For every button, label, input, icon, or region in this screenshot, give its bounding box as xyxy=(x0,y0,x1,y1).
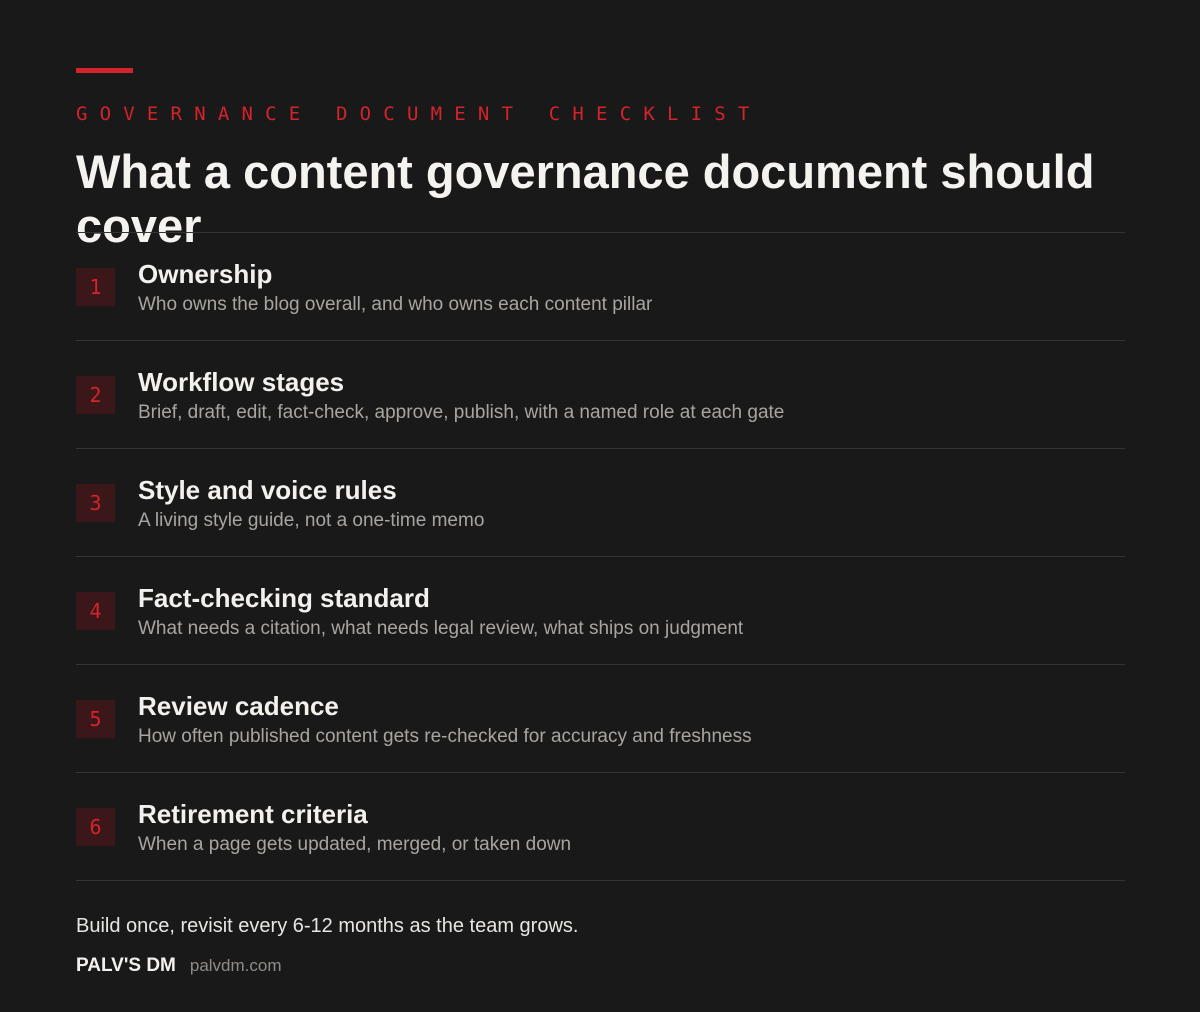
brand-url: palvdm.com xyxy=(189,956,282,975)
accent-bar xyxy=(76,68,133,73)
item-number-badge: 4 xyxy=(76,592,115,630)
item-title: Review cadence xyxy=(138,691,339,721)
item-description: What needs a citation, what needs legal … xyxy=(138,618,744,639)
item-description: When a page gets updated, merged, or tak… xyxy=(138,834,572,855)
item-description: Who owns the blog overall, and who owns … xyxy=(138,294,653,315)
checklist-item-workflow-stages: 2 Workflow stages Brief, draft, edit, fa… xyxy=(76,341,1125,449)
item-description: How often published content gets re-chec… xyxy=(138,726,752,747)
brand-name: PALV'S DM xyxy=(76,955,176,976)
item-description: A living style guide, not a one-time mem… xyxy=(138,510,485,531)
checklist-item-ownership: 1 Ownership Who owns the blog overall, a… xyxy=(76,233,1125,341)
checklist-item-fact-checking: 4 Fact-checking standard What needs a ci… xyxy=(76,557,1125,665)
checklist-item-style-and-voice: 3 Style and voice rules A living style g… xyxy=(76,449,1125,557)
item-number-badge: 1 xyxy=(76,268,115,306)
item-number-badge: 5 xyxy=(76,700,115,738)
checklist-item-retirement-criteria: 6 Retirement criteria When a page gets u… xyxy=(76,773,1125,881)
item-title: Ownership xyxy=(138,259,273,289)
brand-signature: PALV'S DM palvdm.com xyxy=(76,955,282,977)
item-number-badge: 3 xyxy=(76,484,115,522)
eyebrow-label: GOVERNANCE DOCUMENT CHECKLIST xyxy=(76,103,762,125)
item-title: Fact-checking standard xyxy=(138,583,430,613)
item-number-badge: 6 xyxy=(76,808,115,846)
footer-note: Build once, revisit every 6-12 months as… xyxy=(76,915,579,937)
item-title: Workflow stages xyxy=(138,367,345,397)
item-title: Style and voice rules xyxy=(138,475,397,505)
checklist: 1 Ownership Who owns the blog overall, a… xyxy=(76,232,1125,881)
item-title: Retirement criteria xyxy=(138,799,368,829)
item-number-badge: 2 xyxy=(76,376,115,414)
checklist-item-review-cadence: 5 Review cadence How often published con… xyxy=(76,665,1125,773)
item-description: Brief, draft, edit, fact-check, approve,… xyxy=(138,402,785,423)
